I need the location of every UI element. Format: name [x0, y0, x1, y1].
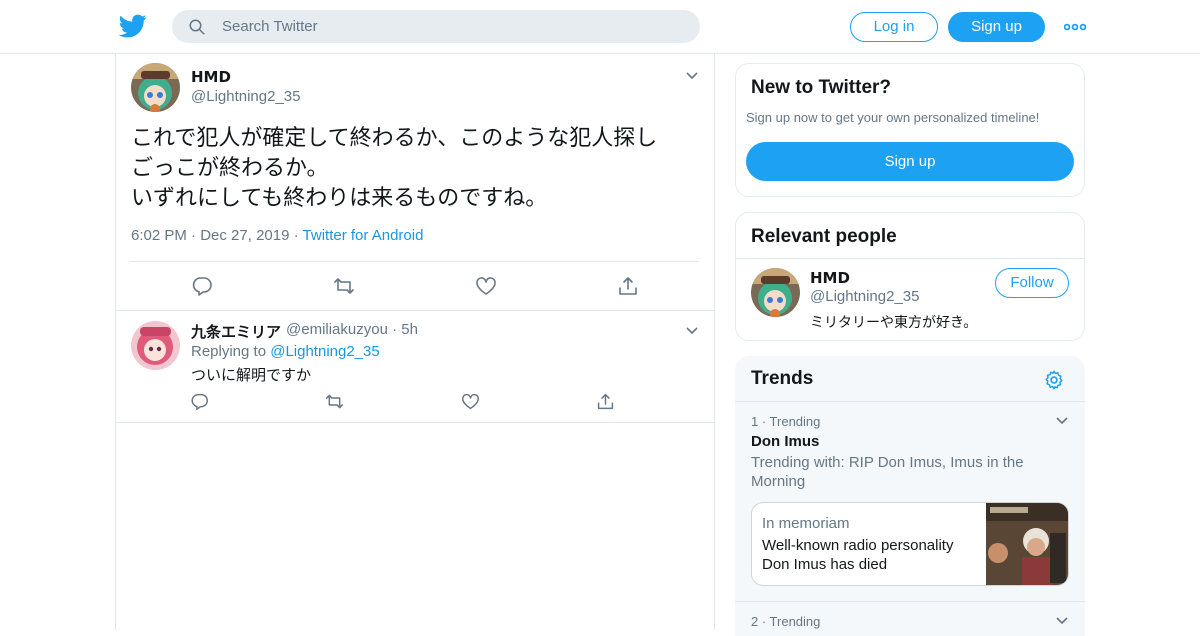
- author-handle[interactable]: @Lightning2_35: [191, 88, 300, 105]
- replying-prefix: Replying to: [191, 343, 267, 360]
- tweet-source-link[interactable]: Twitter for Android: [303, 227, 424, 244]
- divider: [736, 258, 1084, 259]
- more-options-icon[interactable]: [1064, 17, 1086, 37]
- moment-headline: Well-known radio personality Don Imus ha…: [762, 537, 954, 573]
- twitter-logo-icon[interactable]: [119, 12, 147, 40]
- tweet-text: これで犯人が確定して終わるか、このような犯人探し ごっこが終わるか。 いずれにし…: [131, 124, 711, 214]
- follow-button[interactable]: Follow: [995, 268, 1069, 298]
- moment-thumbnail-image: [986, 503, 1068, 585]
- mention-link[interactable]: @Lightning2_35: [270, 343, 379, 360]
- chevron-down-icon[interactable]: [1055, 414, 1069, 428]
- handle-text[interactable]: @emiliakuzyou: [286, 321, 388, 338]
- reply-icon[interactable]: [190, 392, 209, 411]
- trend-related: Trending with: RIP Don Imus, Imus in the…: [751, 454, 1024, 490]
- separator: ·: [191, 227, 197, 244]
- trends-panel: Trends 1 · Trending Don Imus Trending wi…: [735, 356, 1085, 636]
- divider: [116, 422, 714, 423]
- signup-button[interactable]: Sign up: [948, 12, 1045, 42]
- divider: [116, 310, 714, 311]
- avatar[interactable]: [751, 268, 800, 317]
- like-icon[interactable]: [461, 392, 480, 411]
- tweet-time[interactable]: 6:02 PM: [131, 227, 187, 244]
- main-timeline: HMD @Lightning2_35 これで犯人が確定して終わるか、このような犯…: [115, 54, 715, 630]
- tweet-date[interactable]: Dec 27, 2019: [200, 227, 289, 244]
- card-title: Relevant people: [751, 226, 897, 247]
- tweet-text-line: これで犯人が確定して終わるか、このような犯人探し: [131, 126, 658, 151]
- chevron-down-icon[interactable]: [685, 69, 699, 83]
- search-bar[interactable]: [172, 10, 700, 43]
- author-handle[interactable]: @emiliakuzyou · 5h: [286, 321, 418, 338]
- new-to-twitter-card: New to Twitter? Sign up now to get your …: [735, 63, 1085, 197]
- retweet-icon[interactable]: [333, 275, 355, 297]
- settings-gear-icon[interactable]: [1043, 369, 1065, 391]
- moment-kicker: In memoriam: [762, 515, 850, 532]
- trends-title: Trends: [751, 368, 814, 389]
- reply-icon[interactable]: [191, 275, 213, 297]
- chevron-down-icon[interactable]: [1055, 614, 1069, 628]
- signup-button[interactable]: Sign up: [746, 142, 1074, 181]
- search-icon: [189, 19, 205, 35]
- trend-rank: 2 · Trending: [751, 614, 821, 629]
- like-icon[interactable]: [475, 275, 497, 297]
- divider: [129, 261, 699, 262]
- divider: [735, 401, 1085, 402]
- search-input[interactable]: [222, 10, 682, 43]
- card-title: New to Twitter?: [751, 77, 892, 98]
- avatar[interactable]: [131, 63, 180, 112]
- relevant-people-card: Relevant people HMD @Lightning2_35 ミリタリー…: [735, 212, 1085, 341]
- card-subtitle: Sign up now to get your own personalized…: [746, 110, 1040, 125]
- avatar[interactable]: [131, 321, 180, 370]
- chevron-down-icon[interactable]: [685, 324, 699, 338]
- person-bio: ミリタリーや東方が好き。: [810, 315, 978, 331]
- moment-card[interactable]: In memoriam Well-known radio personality…: [751, 502, 1069, 586]
- divider: [735, 601, 1085, 602]
- tweet-text: ついに解明ですか: [191, 366, 312, 384]
- trend-rank: 1 · Trending: [751, 414, 821, 429]
- top-bar: Log in Sign up: [0, 0, 1200, 54]
- person-name[interactable]: HMD: [810, 269, 850, 287]
- tweet-text-line: ごっこが終わるか。: [131, 156, 329, 181]
- author-name[interactable]: HMD: [191, 68, 231, 86]
- separator: ·: [293, 227, 299, 244]
- tweet-text-line: いずれにしても終わりは来るものですね。: [131, 186, 548, 211]
- separator: ·: [392, 321, 398, 338]
- tweet-metadata: 6:02 PM · Dec 27, 2019 · Twitter for And…: [131, 227, 423, 244]
- person-handle[interactable]: @Lightning2_35: [810, 288, 919, 305]
- trend-name[interactable]: Don Imus: [751, 433, 819, 450]
- author-name[interactable]: 九条エミリア: [191, 321, 281, 342]
- replying-to: Replying to @Lightning2_35: [191, 343, 380, 360]
- share-icon[interactable]: [617, 275, 639, 297]
- tweet-age[interactable]: 5h: [401, 321, 418, 338]
- retweet-icon[interactable]: [325, 392, 344, 411]
- share-icon[interactable]: [596, 392, 615, 411]
- login-button[interactable]: Log in: [850, 12, 938, 42]
